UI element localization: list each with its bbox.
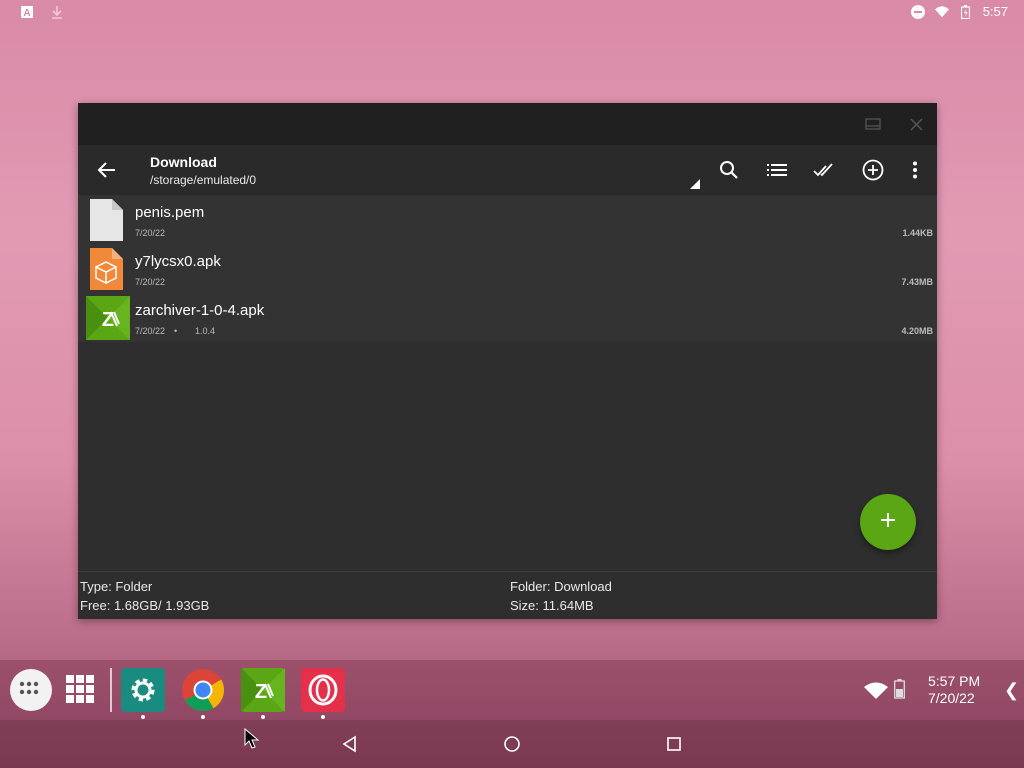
running-indicator [141, 715, 145, 719]
battery-icon [894, 679, 905, 704]
taskbar-divider [110, 668, 112, 712]
taskbar: Z 5:57 PM 7/20/22 ❮ [0, 660, 1024, 720]
running-indicator [321, 715, 325, 719]
path-dropdown-indicator[interactable] [690, 179, 700, 189]
add-fab-button[interactable] [860, 494, 916, 550]
file-size: 4.20MB [901, 326, 933, 336]
search-icon[interactable] [717, 158, 741, 182]
wifi-icon [934, 5, 949, 19]
tray-clock[interactable]: 5:57 PM 7/20/22 [928, 673, 980, 707]
settings-gear-icon [129, 676, 157, 709]
footer-size: Size: 11.64MB [510, 598, 594, 613]
settings-app[interactable] [121, 668, 165, 712]
back-triangle-icon[interactable] [341, 735, 359, 753]
home-circle-icon[interactable] [503, 735, 521, 753]
chrome-app[interactable] [181, 668, 225, 712]
file-name: penis.pem [135, 204, 205, 221]
window-title-bar[interactable] [78, 103, 937, 145]
zarchiver-icon: Z [241, 668, 285, 716]
file-name: y7lycsx0.apk [135, 253, 221, 270]
chrome-icon [181, 669, 225, 716]
list-item[interactable]: penis.pem 7/20/22 1.44KB [78, 195, 937, 244]
chevron-left-icon[interactable]: ❮ [1004, 680, 1019, 701]
recents-square-icon[interactable] [665, 735, 683, 753]
footer-free: Free: 1.68GB/ 1.93GB [80, 598, 210, 613]
window-grid-icon[interactable] [66, 675, 94, 703]
status-time: 5:57 [982, 4, 1008, 19]
file-date: 7/20/22 [135, 326, 166, 336]
navigation-bar [0, 720, 1024, 768]
footer-folder: Folder: Download [510, 579, 612, 594]
do-not-disturb-icon [910, 4, 925, 19]
zarchiver-app[interactable]: Z [241, 668, 285, 712]
app-drawer-button[interactable] [10, 669, 52, 711]
file-separator: • [174, 326, 178, 336]
tray-date: 7/20/22 [928, 690, 975, 706]
document-file-icon [86, 198, 128, 241]
file-version: 1.0.4 [195, 326, 216, 336]
status-bar: A 5:57 [0, 0, 1024, 24]
running-indicator [201, 715, 205, 719]
list-view-icon[interactable] [765, 158, 789, 182]
folder-title: Download [150, 154, 217, 170]
status-footer: Type: Folder Free: 1.68GB/ 1.93GB Folder… [78, 571, 937, 619]
list-item[interactable]: Z zarchiver-1-0-4.apk 7/20/22 • 1.0.4 4.… [78, 293, 937, 342]
svg-text:Z: Z [102, 309, 114, 331]
close-icon[interactable] [907, 115, 925, 133]
list-item[interactable]: y7lycsx0.apk 7/20/22 7.43MB [78, 244, 937, 293]
file-date: 7/20/22 [135, 228, 166, 238]
footer-type: Type: Folder [80, 579, 153, 594]
dots-grid-icon [19, 681, 43, 700]
svg-text:A: A [23, 8, 30, 18]
minimize-icon[interactable] [864, 115, 882, 133]
folder-path[interactable]: /storage/emulated/0 [150, 173, 256, 187]
add-circle-icon[interactable] [861, 158, 885, 182]
zarchiver-window: Download /storage/emulated/0 penis.pem 7… [78, 103, 937, 619]
mouse-cursor-icon [244, 727, 260, 750]
file-size: 1.44KB [902, 228, 933, 238]
zarchiver-icon: Z [86, 296, 130, 340]
file-size: 7.43MB [901, 277, 933, 287]
file-date: 7/20/22 [135, 277, 166, 287]
wifi-icon [864, 682, 888, 704]
toolbar: Download /storage/emulated/0 [78, 145, 937, 195]
opera-app[interactable] [301, 668, 345, 712]
text-a-icon: A [20, 5, 34, 19]
more-vert-icon[interactable] [903, 158, 927, 182]
download-icon [50, 5, 64, 19]
plus-icon [880, 512, 896, 533]
select-all-icon[interactable] [813, 158, 837, 182]
tray-time: 5:57 PM [928, 673, 981, 689]
running-indicator [261, 715, 265, 719]
back-arrow-icon[interactable] [95, 158, 119, 182]
file-name: zarchiver-1-0-4.apk [135, 302, 265, 319]
battery-icon [959, 4, 973, 19]
apk-package-icon [86, 247, 128, 290]
file-list: penis.pem 7/20/22 1.44KB y7lycsx0.apk 7/… [78, 195, 937, 342]
opera-icon [307, 674, 339, 711]
